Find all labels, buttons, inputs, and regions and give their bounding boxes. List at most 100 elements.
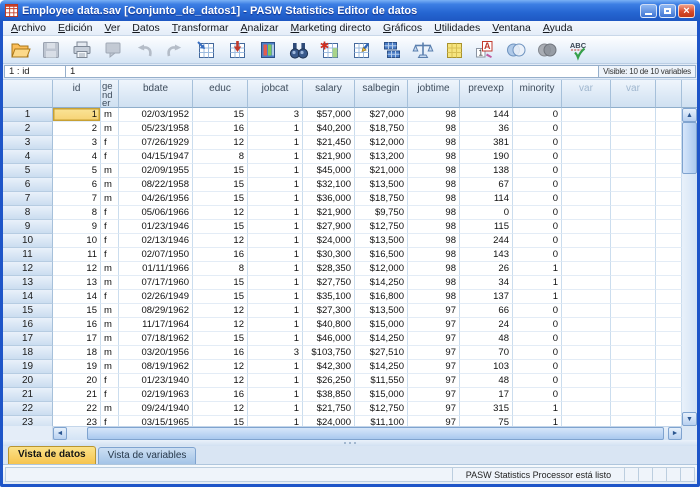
menu-transformar[interactable]: Transformar bbox=[166, 21, 235, 35]
data-cell[interactable] bbox=[611, 262, 656, 276]
data-cell[interactable]: 12 bbox=[193, 136, 248, 150]
row-header[interactable]: 20 bbox=[3, 374, 53, 388]
data-cell[interactable]: 18 bbox=[53, 346, 101, 360]
data-cell[interactable]: 16 bbox=[193, 122, 248, 136]
data-cell[interactable]: $27,510 bbox=[355, 346, 408, 360]
data-cell[interactable] bbox=[656, 150, 682, 164]
data-cell[interactable]: 244 bbox=[460, 234, 513, 248]
data-cell[interactable]: 6 bbox=[53, 178, 101, 192]
data-cell[interactable]: 12 bbox=[53, 262, 101, 276]
data-cell[interactable]: $13,500 bbox=[355, 178, 408, 192]
data-cell[interactable] bbox=[656, 374, 682, 388]
data-cell[interactable]: $32,100 bbox=[303, 178, 355, 192]
data-cell[interactable]: 115 bbox=[460, 220, 513, 234]
data-cell[interactable] bbox=[562, 318, 611, 332]
data-cell[interactable]: $12,750 bbox=[355, 220, 408, 234]
data-cell[interactable]: 15 bbox=[193, 276, 248, 290]
data-cell[interactable]: 98 bbox=[408, 248, 460, 262]
row-header[interactable]: 16 bbox=[3, 318, 53, 332]
data-cell[interactable]: 1 bbox=[248, 388, 303, 402]
data-cell[interactable]: 1 bbox=[248, 206, 303, 220]
data-cell[interactable]: 66 bbox=[460, 304, 513, 318]
row-header[interactable]: 4 bbox=[3, 150, 53, 164]
data-cell[interactable]: m bbox=[101, 318, 119, 332]
data-cell[interactable]: $16,800 bbox=[355, 290, 408, 304]
data-cell[interactable]: $21,900 bbox=[303, 206, 355, 220]
data-cell[interactable]: m bbox=[101, 276, 119, 290]
data-cell[interactable] bbox=[656, 332, 682, 346]
data-cell[interactable]: 05/23/1958 bbox=[119, 122, 193, 136]
data-cell[interactable]: 97 bbox=[408, 346, 460, 360]
data-cell[interactable]: 04/15/1947 bbox=[119, 150, 193, 164]
data-cell[interactable]: 138 bbox=[460, 164, 513, 178]
data-cell[interactable]: 16 bbox=[53, 318, 101, 332]
data-cell[interactable]: 1 bbox=[513, 416, 562, 426]
data-cell[interactable]: $14,250 bbox=[355, 360, 408, 374]
data-cell[interactable] bbox=[611, 388, 656, 402]
vertical-scroll-track[interactable] bbox=[682, 174, 697, 412]
col-header-prevexp[interactable]: prevexp bbox=[460, 80, 513, 108]
find-icon[interactable] bbox=[287, 38, 311, 62]
data-cell[interactable]: 2 bbox=[53, 122, 101, 136]
menu-analizar[interactable]: Analizar bbox=[235, 21, 285, 35]
data-cell[interactable]: 1 bbox=[248, 164, 303, 178]
data-cell[interactable]: 15 bbox=[193, 332, 248, 346]
horizontal-scrollbar[interactable]: ◄ ► bbox=[3, 426, 682, 440]
data-cell[interactable]: $46,000 bbox=[303, 332, 355, 346]
data-cell[interactable]: 1 bbox=[248, 416, 303, 426]
data-cell[interactable]: 48 bbox=[460, 332, 513, 346]
menu-edici-n[interactable]: Edición bbox=[52, 21, 98, 35]
row-header[interactable]: 13 bbox=[3, 276, 53, 290]
select-cases-icon[interactable] bbox=[442, 38, 466, 62]
data-cell[interactable]: 1 bbox=[248, 262, 303, 276]
data-cell[interactable]: 98 bbox=[408, 290, 460, 304]
data-cell[interactable]: 8 bbox=[193, 262, 248, 276]
data-cell[interactable]: 1 bbox=[248, 332, 303, 346]
data-cell[interactable]: $27,300 bbox=[303, 304, 355, 318]
data-cell[interactable]: 16 bbox=[193, 388, 248, 402]
data-cell[interactable] bbox=[562, 402, 611, 416]
data-cell[interactable]: $16,500 bbox=[355, 248, 408, 262]
data-cell[interactable]: m bbox=[101, 346, 119, 360]
data-cell[interactable]: 1 bbox=[248, 290, 303, 304]
data-cell[interactable] bbox=[611, 276, 656, 290]
data-cell[interactable]: m bbox=[101, 164, 119, 178]
data-cell[interactable] bbox=[562, 276, 611, 290]
open-file-icon[interactable] bbox=[8, 38, 32, 62]
data-cell[interactable]: $12,000 bbox=[355, 136, 408, 150]
vertical-scroll-thumb[interactable] bbox=[682, 122, 697, 174]
data-cell[interactable]: $21,750 bbox=[303, 402, 355, 416]
minimize-button[interactable] bbox=[640, 4, 657, 18]
data-cell[interactable]: 08/22/1958 bbox=[119, 178, 193, 192]
data-cell[interactable]: $28,350 bbox=[303, 262, 355, 276]
spell-check-icon[interactable]: ABC bbox=[566, 38, 590, 62]
data-cell[interactable]: 17 bbox=[460, 388, 513, 402]
data-cell[interactable] bbox=[562, 360, 611, 374]
data-cell[interactable]: m bbox=[101, 304, 119, 318]
data-cell[interactable]: 22 bbox=[53, 402, 101, 416]
data-cell[interactable]: 7 bbox=[53, 192, 101, 206]
data-cell[interactable] bbox=[611, 318, 656, 332]
data-cell[interactable]: $21,450 bbox=[303, 136, 355, 150]
data-cell[interactable]: 0 bbox=[513, 150, 562, 164]
data-cell[interactable] bbox=[611, 164, 656, 178]
row-header[interactable]: 12 bbox=[3, 262, 53, 276]
data-cell[interactable] bbox=[611, 234, 656, 248]
data-cell[interactable]: 08/19/1962 bbox=[119, 360, 193, 374]
data-cell[interactable] bbox=[562, 304, 611, 318]
data-cell[interactable]: $18,750 bbox=[355, 122, 408, 136]
show-all-variables-icon[interactable] bbox=[535, 38, 559, 62]
data-cell[interactable]: 98 bbox=[408, 108, 460, 122]
data-cell[interactable] bbox=[562, 122, 611, 136]
data-cell[interactable]: 98 bbox=[408, 262, 460, 276]
data-cell[interactable] bbox=[611, 220, 656, 234]
data-cell[interactable] bbox=[611, 192, 656, 206]
data-cell[interactable]: 10 bbox=[53, 234, 101, 248]
row-header[interactable]: 5 bbox=[3, 164, 53, 178]
col-header-var[interactable]: var bbox=[562, 80, 611, 108]
data-cell[interactable] bbox=[611, 346, 656, 360]
col-header-jobtime[interactable]: jobtime bbox=[408, 80, 460, 108]
data-cell[interactable]: $12,000 bbox=[355, 262, 408, 276]
data-cell[interactable] bbox=[611, 402, 656, 416]
data-cell[interactable] bbox=[562, 178, 611, 192]
